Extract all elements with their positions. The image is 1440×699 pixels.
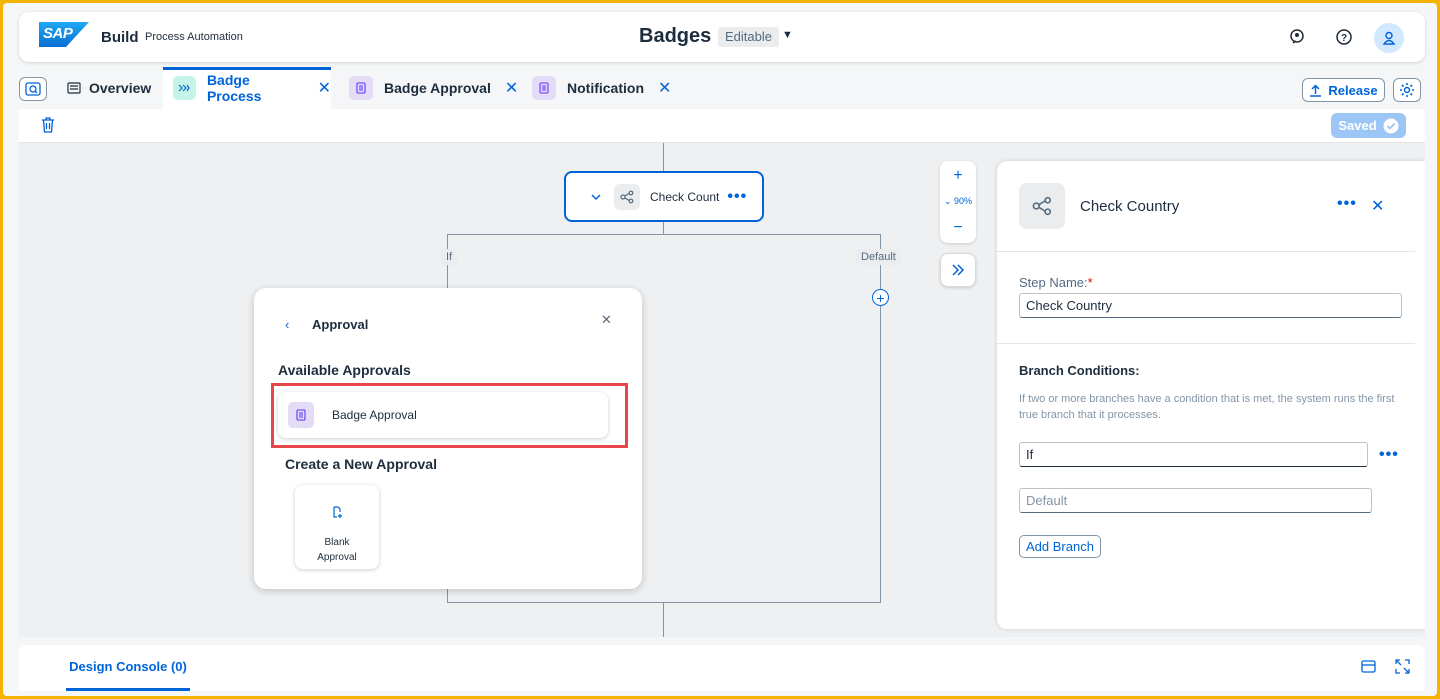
divider (997, 251, 1415, 252)
double-chevron-right-icon (952, 264, 965, 276)
svg-text:?: ? (1341, 33, 1347, 44)
overview-icon (67, 76, 81, 100)
properties-panel: Check Country ••• ✕ Step Name:* Branch C… (997, 161, 1425, 629)
page-title: Badges (639, 25, 712, 47)
tab-overview[interactable]: Overview (67, 67, 151, 109)
step-name-label-text: Step Name: (1019, 275, 1088, 290)
form-icon (349, 76, 373, 100)
step-label: Check Count (650, 189, 720, 204)
tab-label: Notification (567, 80, 644, 96)
user-icon (1382, 31, 1396, 45)
branch-label-if: If (441, 249, 458, 265)
create-approval-heading: Create a New Approval (285, 456, 437, 472)
required-marker: * (1087, 275, 1093, 290)
connector-line (447, 602, 881, 603)
check-icon (1383, 118, 1399, 133)
product-name: Build (101, 29, 139, 46)
editor-tab-bar: Overview Badge Process ✕ Badge Approval … (3, 67, 1437, 109)
expand-panel-button[interactable] (940, 253, 976, 287)
release-label: Release (1328, 82, 1378, 98)
approval-popover: ‹ Approval ✕ Available Approvals Badge A… (254, 288, 642, 589)
chevron-down-icon[interactable] (591, 188, 601, 206)
branch-icon (614, 183, 640, 210)
avatar[interactable] (1374, 23, 1404, 53)
process-icon (173, 76, 196, 100)
tab-label: Badge Approval (384, 80, 491, 96)
form-icon (532, 76, 556, 100)
properties-title: Check Country (1080, 198, 1180, 215)
close-icon[interactable]: ✕ (601, 312, 612, 328)
close-icon[interactable]: ✕ (658, 78, 671, 98)
search-tabs-button[interactable] (19, 77, 47, 101)
blank-approval-tile[interactable]: Blank Approval (295, 485, 379, 569)
zoom-level-value: 90% (954, 196, 973, 207)
close-icon[interactable]: ✕ (505, 78, 518, 98)
branch-help-text: If two or more branches have a condition… (1019, 393, 1395, 421)
step-name-input[interactable] (1019, 293, 1402, 318)
shell-bar: SAP Build Process Automation Badges Edit… (19, 12, 1425, 62)
chevron-down-icon[interactable]: ▼ (782, 29, 793, 41)
step-name-label: Step Name:* (1019, 275, 1093, 290)
connector-line (663, 143, 664, 171)
more-icon[interactable]: ••• (1379, 446, 1399, 464)
zoom-out-icon[interactable]: − (953, 219, 962, 237)
fullscreen-icon[interactable] (1395, 659, 1410, 679)
add-step-icon[interactable]: + (872, 289, 889, 306)
form-icon (288, 402, 314, 428)
tab-label: Overview (89, 80, 152, 96)
search-icon (25, 82, 41, 96)
divider (997, 343, 1415, 344)
tab-badge-approval[interactable]: Badge Approval ✕ (349, 67, 518, 109)
back-icon[interactable]: ‹ (285, 317, 289, 332)
process-canvas[interactable]: Check Count ••• If Default + + ⌄ 90% − ‹… (19, 143, 1425, 637)
close-icon[interactable]: ✕ (1371, 196, 1384, 216)
trash-icon[interactable] (41, 117, 55, 138)
settings-button[interactable] (1393, 78, 1421, 102)
zoom-level[interactable]: ⌄ 90% (944, 196, 972, 207)
branch-conditions-heading: Branch Conditions: (1019, 363, 1140, 378)
gear-icon (1400, 83, 1414, 97)
branch-icon (1019, 183, 1065, 229)
popover-title: Approval (312, 317, 369, 332)
saved-button[interactable]: Saved (1331, 113, 1406, 138)
blank-label-line2: Approval (317, 552, 357, 563)
status-badge: Editable (718, 27, 779, 47)
sap-logo: SAP (39, 22, 89, 47)
branch-label-default: Default (856, 249, 901, 265)
app-frame: SAP Build Process Automation Badges Edit… (3, 3, 1437, 696)
feedback-icon[interactable] (1286, 26, 1308, 48)
tab-label: Badge Process (206, 72, 262, 104)
blank-label-line1: Blank (324, 537, 350, 548)
more-icon[interactable]: ••• (727, 188, 747, 206)
approval-item-badge-approval[interactable]: Badge Approval (278, 392, 608, 438)
branch-default-input[interactable] (1019, 488, 1372, 513)
connector-line (663, 222, 664, 234)
tab-notification[interactable]: Notification ✕ (532, 67, 671, 109)
connector-line (663, 602, 664, 637)
connector-line (447, 234, 881, 235)
new-document-icon (295, 505, 379, 521)
tab-badge-process[interactable]: Badge Process ✕ (163, 67, 331, 109)
close-icon[interactable]: ✕ (318, 78, 331, 98)
tab-design-console[interactable]: Design Console (0) (66, 645, 190, 691)
product-subtitle: Process Automation (145, 31, 243, 43)
zoom-in-icon[interactable]: + (953, 167, 962, 185)
saved-label: Saved (1338, 118, 1377, 133)
zoom-controls: + ⌄ 90% − (940, 161, 976, 243)
add-branch-button[interactable]: Add Branch (1019, 535, 1101, 558)
panel-icon[interactable] (1361, 659, 1376, 679)
canvas-toolbar: Saved (19, 109, 1425, 143)
upload-icon (1310, 83, 1322, 97)
step-node-check-count[interactable]: Check Count ••• (564, 171, 764, 222)
approval-item-label: Badge Approval (332, 408, 417, 422)
design-console: Design Console (0) (19, 645, 1425, 691)
connector-line (447, 589, 448, 602)
available-approvals-heading: Available Approvals (278, 362, 411, 378)
branch-if-input[interactable] (1019, 442, 1368, 467)
more-icon[interactable]: ••• (1337, 195, 1357, 213)
release-button[interactable]: Release (1302, 78, 1385, 102)
help-icon[interactable]: ? (1333, 26, 1355, 48)
